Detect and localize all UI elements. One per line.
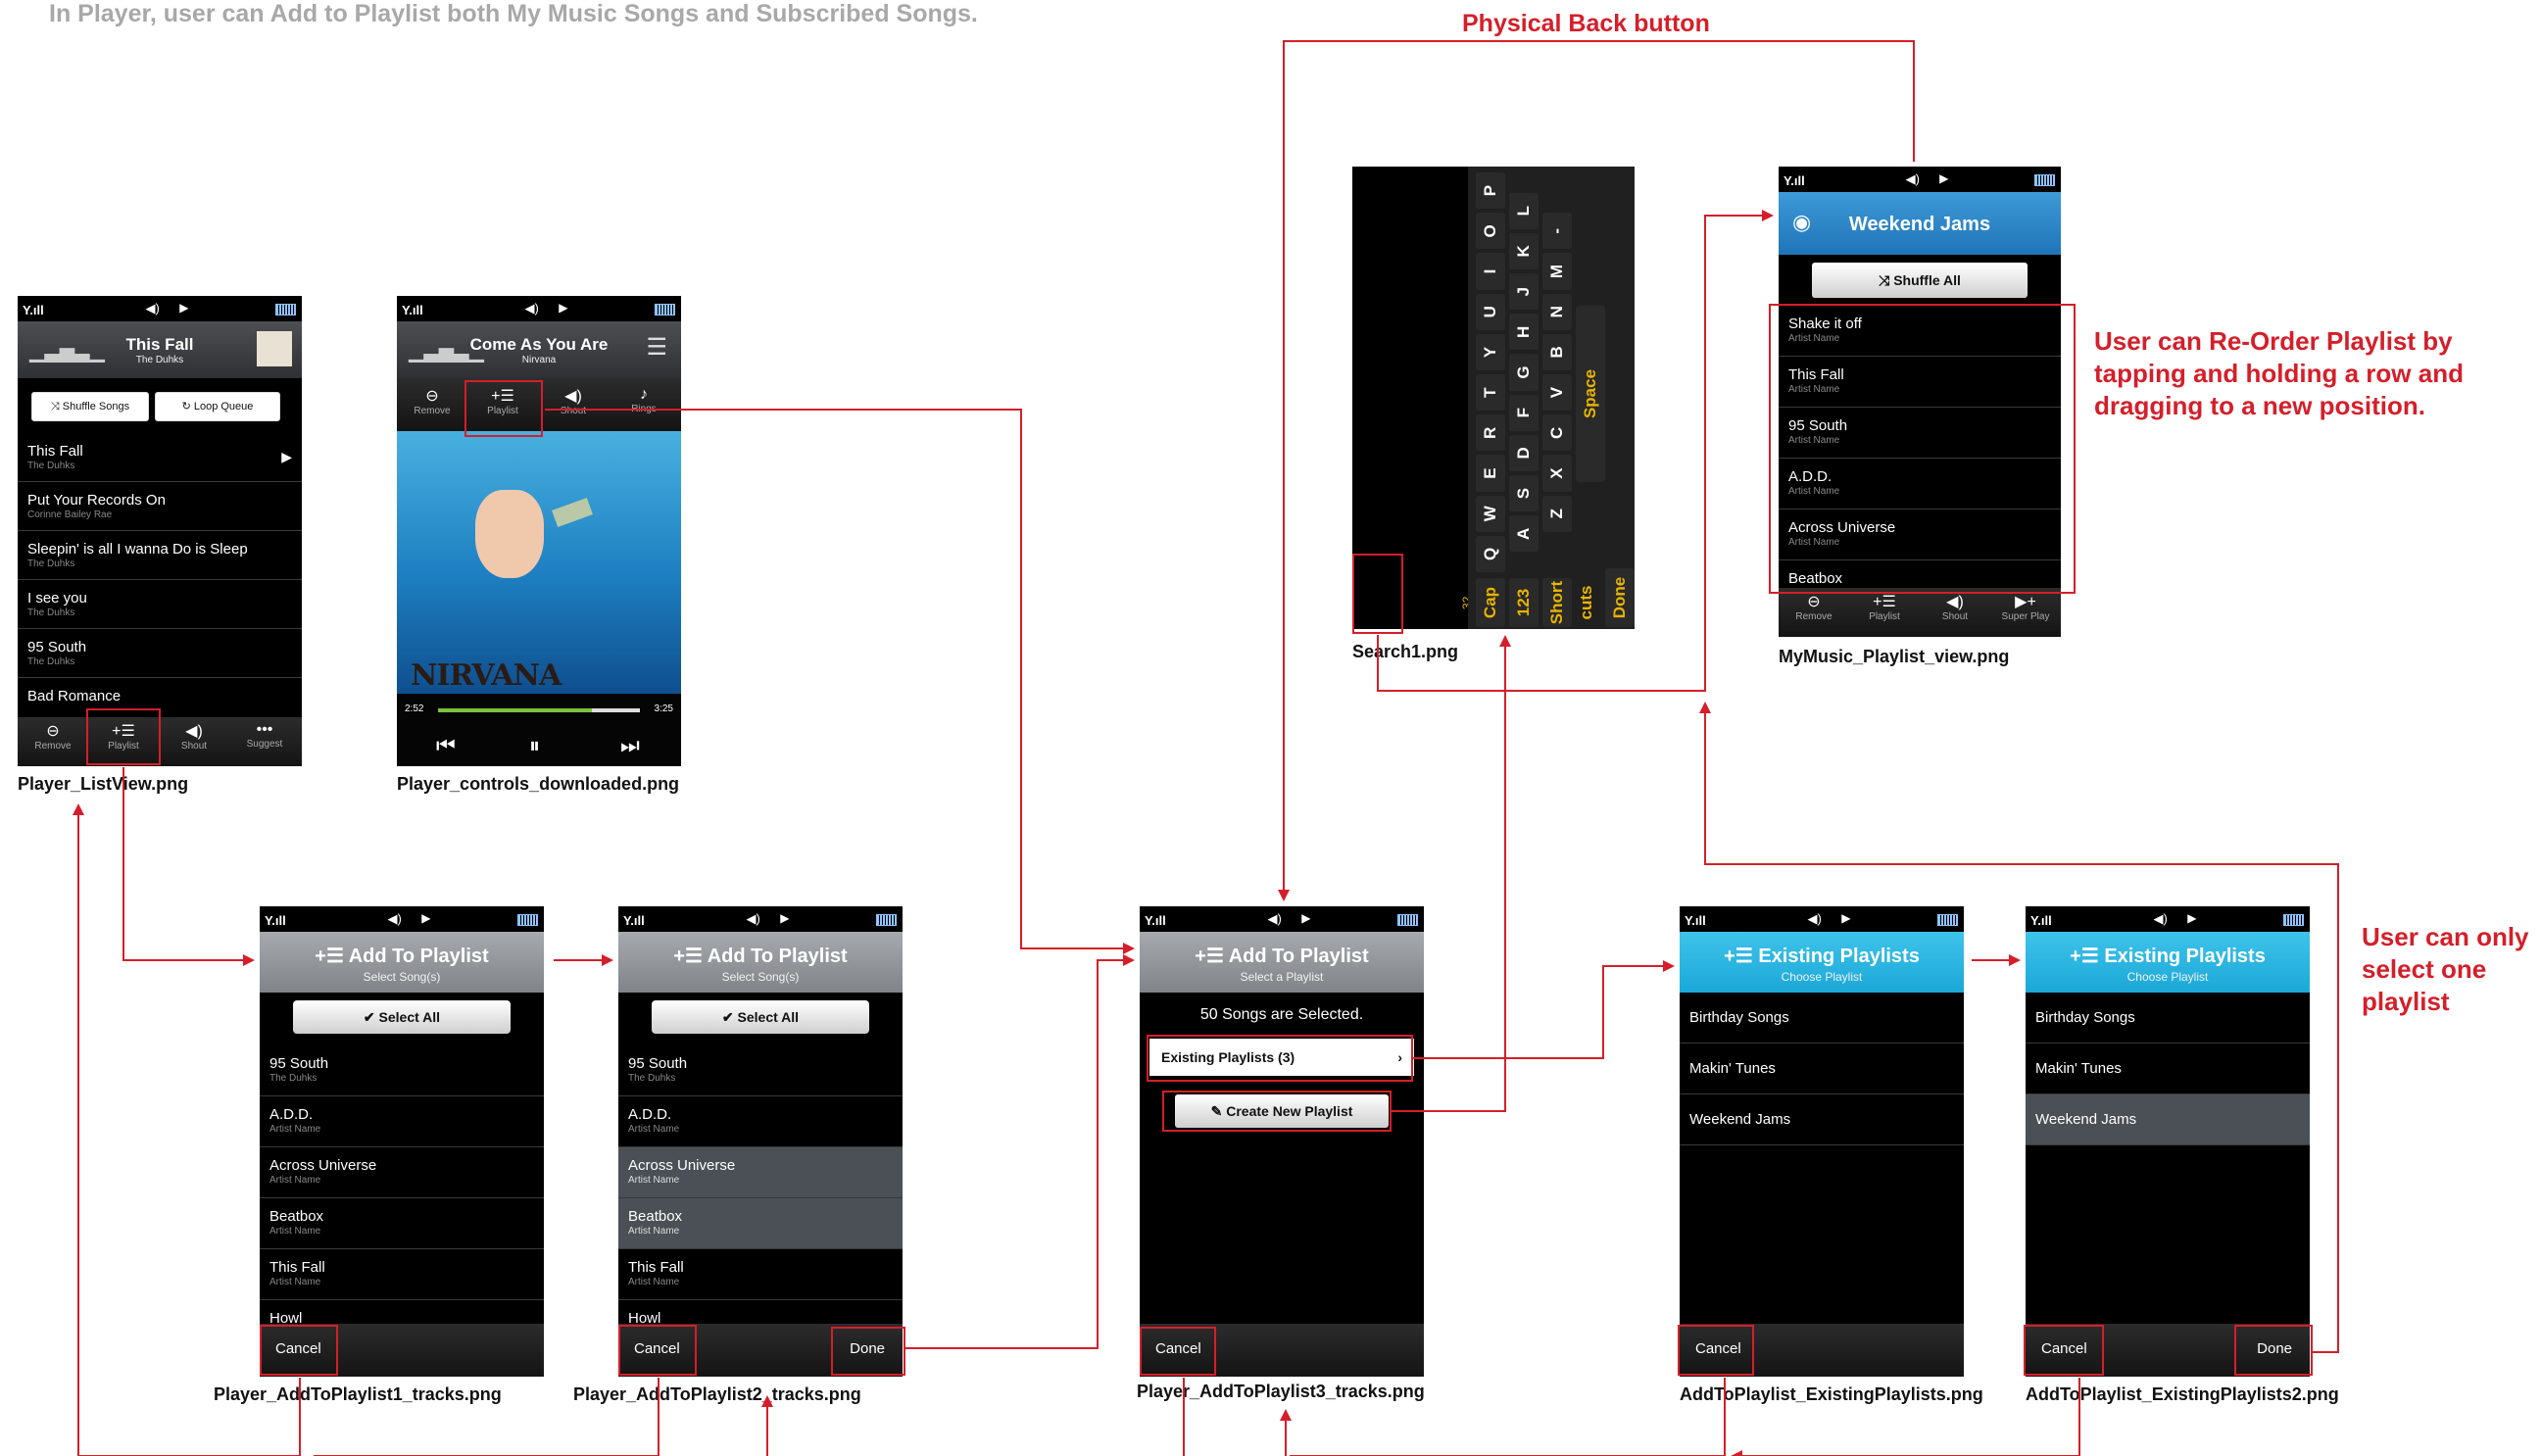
arrow-listview-to-atp1: [122, 767, 255, 966]
arrow-atp1-cancel-to-listview: [78, 805, 301, 1456]
arrow-existing2-cancel: [1731, 1378, 2080, 1456]
arrow-back-button: [1278, 40, 1915, 901]
arrow-create-to-search: [1392, 635, 1511, 1112]
arrow-search-to-mymusic: [1377, 210, 1774, 692]
arrow-controls-to-atp3: [545, 409, 1135, 954]
arrow-atp2-cancel-back: [314, 1378, 660, 1456]
arrow-existing2-done-to-mymusic: [1699, 702, 2339, 1353]
flow-arrows: [0, 40, 2339, 1456]
arrow-existing-to-existing1: [1413, 960, 1675, 1059]
arrow-atp2-done-to-atp3: [905, 954, 1135, 1349]
arrow-existing1-cancel: [1290, 1378, 1726, 1456]
